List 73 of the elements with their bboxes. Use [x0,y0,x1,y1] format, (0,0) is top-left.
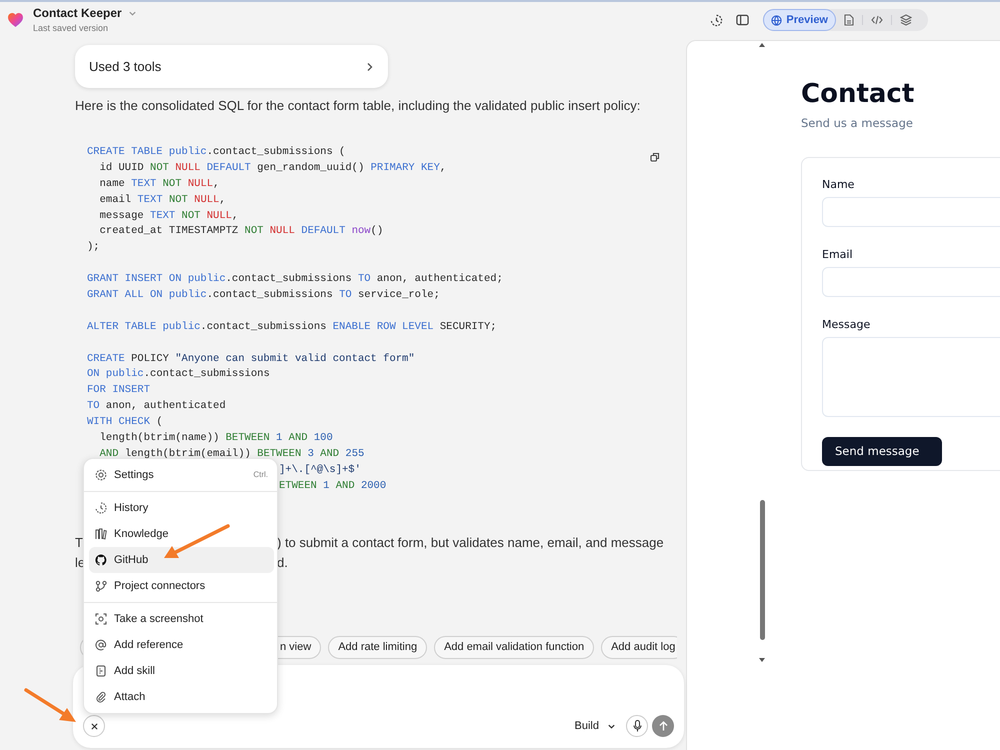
suggestion-chip[interactable]: Add email validation function [434,636,594,659]
github-icon [95,554,107,566]
microphone-button[interactable] [626,715,648,737]
scroll-up-icon[interactable] [759,43,765,47]
code-line: GRANT INSERT ON public.contact_submissions TO anon, authenticated; [87,273,503,286]
history-icon[interactable] [710,14,724,26]
code-line: AND length(btrim(email)) BETWEEN 3 AND 255 [98,448,364,460]
at-sign-icon [95,639,107,651]
books-icon [95,528,107,540]
code-line: FOR INSERT [87,384,150,396]
paperclip-icon [95,691,107,703]
menu-item[interactable]: Add reference [89,632,274,658]
menu-item[interactable]: Knowledge [89,521,274,547]
code-line: length(btrim(name)) BETWEEN 1 AND 100 [98,432,333,444]
field-label: Name [822,178,856,192]
sidebar-icon[interactable] [736,14,750,26]
history-icon [95,502,107,514]
message-text: Here is the consolidated SQL for the contact form table, including the validated public insert policy: [75,97,642,115]
message-text: T [75,534,83,552]
code-line: GRANT ALL ON public.contact_submissions TO service_role; [87,289,440,302]
code-line: ]+\.[^@\s]+$' [279,464,361,476]
menu-item[interactable]: Project connectors [89,573,274,599]
send-button[interactable]: Send message [822,437,942,466]
code-line: created_at TIMESTAMPTZ NOT NULL DEFAULT now() [98,225,384,238]
code-line: email TEXT NOT NULL, [98,194,226,206]
field-label: Message [822,318,872,332]
suggestion-chip[interactable]: Add audit log [601,636,677,659]
code-line: ON public.contact_submissions [87,368,270,380]
screenshot-icon [95,613,107,625]
tools-card[interactable]: Used 3 tools [75,45,388,88]
view-tab[interactable]: Preview [763,9,836,31]
connectors-icon [95,580,107,592]
code-line: TO anon, authenticated [87,400,226,412]
suggestion-chip[interactable]: Add rate limiting [328,636,428,659]
code-line: name TEXT NOT NULL, [98,178,220,190]
code-line: WITH CHECK ( [87,416,163,428]
code-line: message TEXT NOT NULL, [98,210,238,222]
globe-icon [771,14,782,26]
page-title: Contact [801,79,916,109]
code-line: CREATE POLICY "Anyone can submit valid contact form" [87,352,415,365]
project-name[interactable]: Contact Keeper [33,6,122,20]
menu-item[interactable]: Attach [89,684,274,710]
code-line: ALTER TABLE public.contact_submissions ENABLE ROW LEVEL SECURITY; [87,320,497,333]
logo-icon [8,13,23,27]
input-field[interactable] [822,267,1000,298]
chevron-right-icon[interactable] [365,62,374,72]
gear-icon [95,469,107,481]
arrow-up-icon [658,721,668,731]
code-line: id UUID NOT NULL DEFAULT gen_random_uuid() PRIMARY KEY, [98,162,446,174]
document-icon [95,665,107,677]
mode-dropdown[interactable]: Build [574,715,616,737]
close-icon [90,722,98,730]
menu-item[interactable]: Take a screenshot [89,606,274,632]
scrollbar-thumb[interactable] [760,500,765,640]
field-label: Email [822,248,854,262]
code-line: CREATE TABLE public.contact_submissions ( [87,146,346,158]
menu-item[interactable]: Settings Ctrl. [89,462,274,488]
scroll-down-icon[interactable] [759,658,765,662]
menu-item[interactable]: History [89,495,274,521]
close-button[interactable] [83,715,105,737]
microphone-icon [632,720,642,732]
save-status: Last saved version [33,22,110,34]
code-line: ETWEEN 1 AND 2000 [279,480,386,492]
input-field[interactable] [822,197,1000,228]
menu-item[interactable]: GitHub [89,547,274,573]
page-subtitle: Send us a message [801,115,914,132]
copy-icon[interactable] [650,152,660,162]
message-field[interactable] [822,337,1000,418]
code-line: ); [87,241,100,254]
layers-icon [900,14,912,26]
file-icon [844,14,854,26]
shortcut-hint: Ctrl. [253,469,268,481]
code-icon [871,15,883,25]
